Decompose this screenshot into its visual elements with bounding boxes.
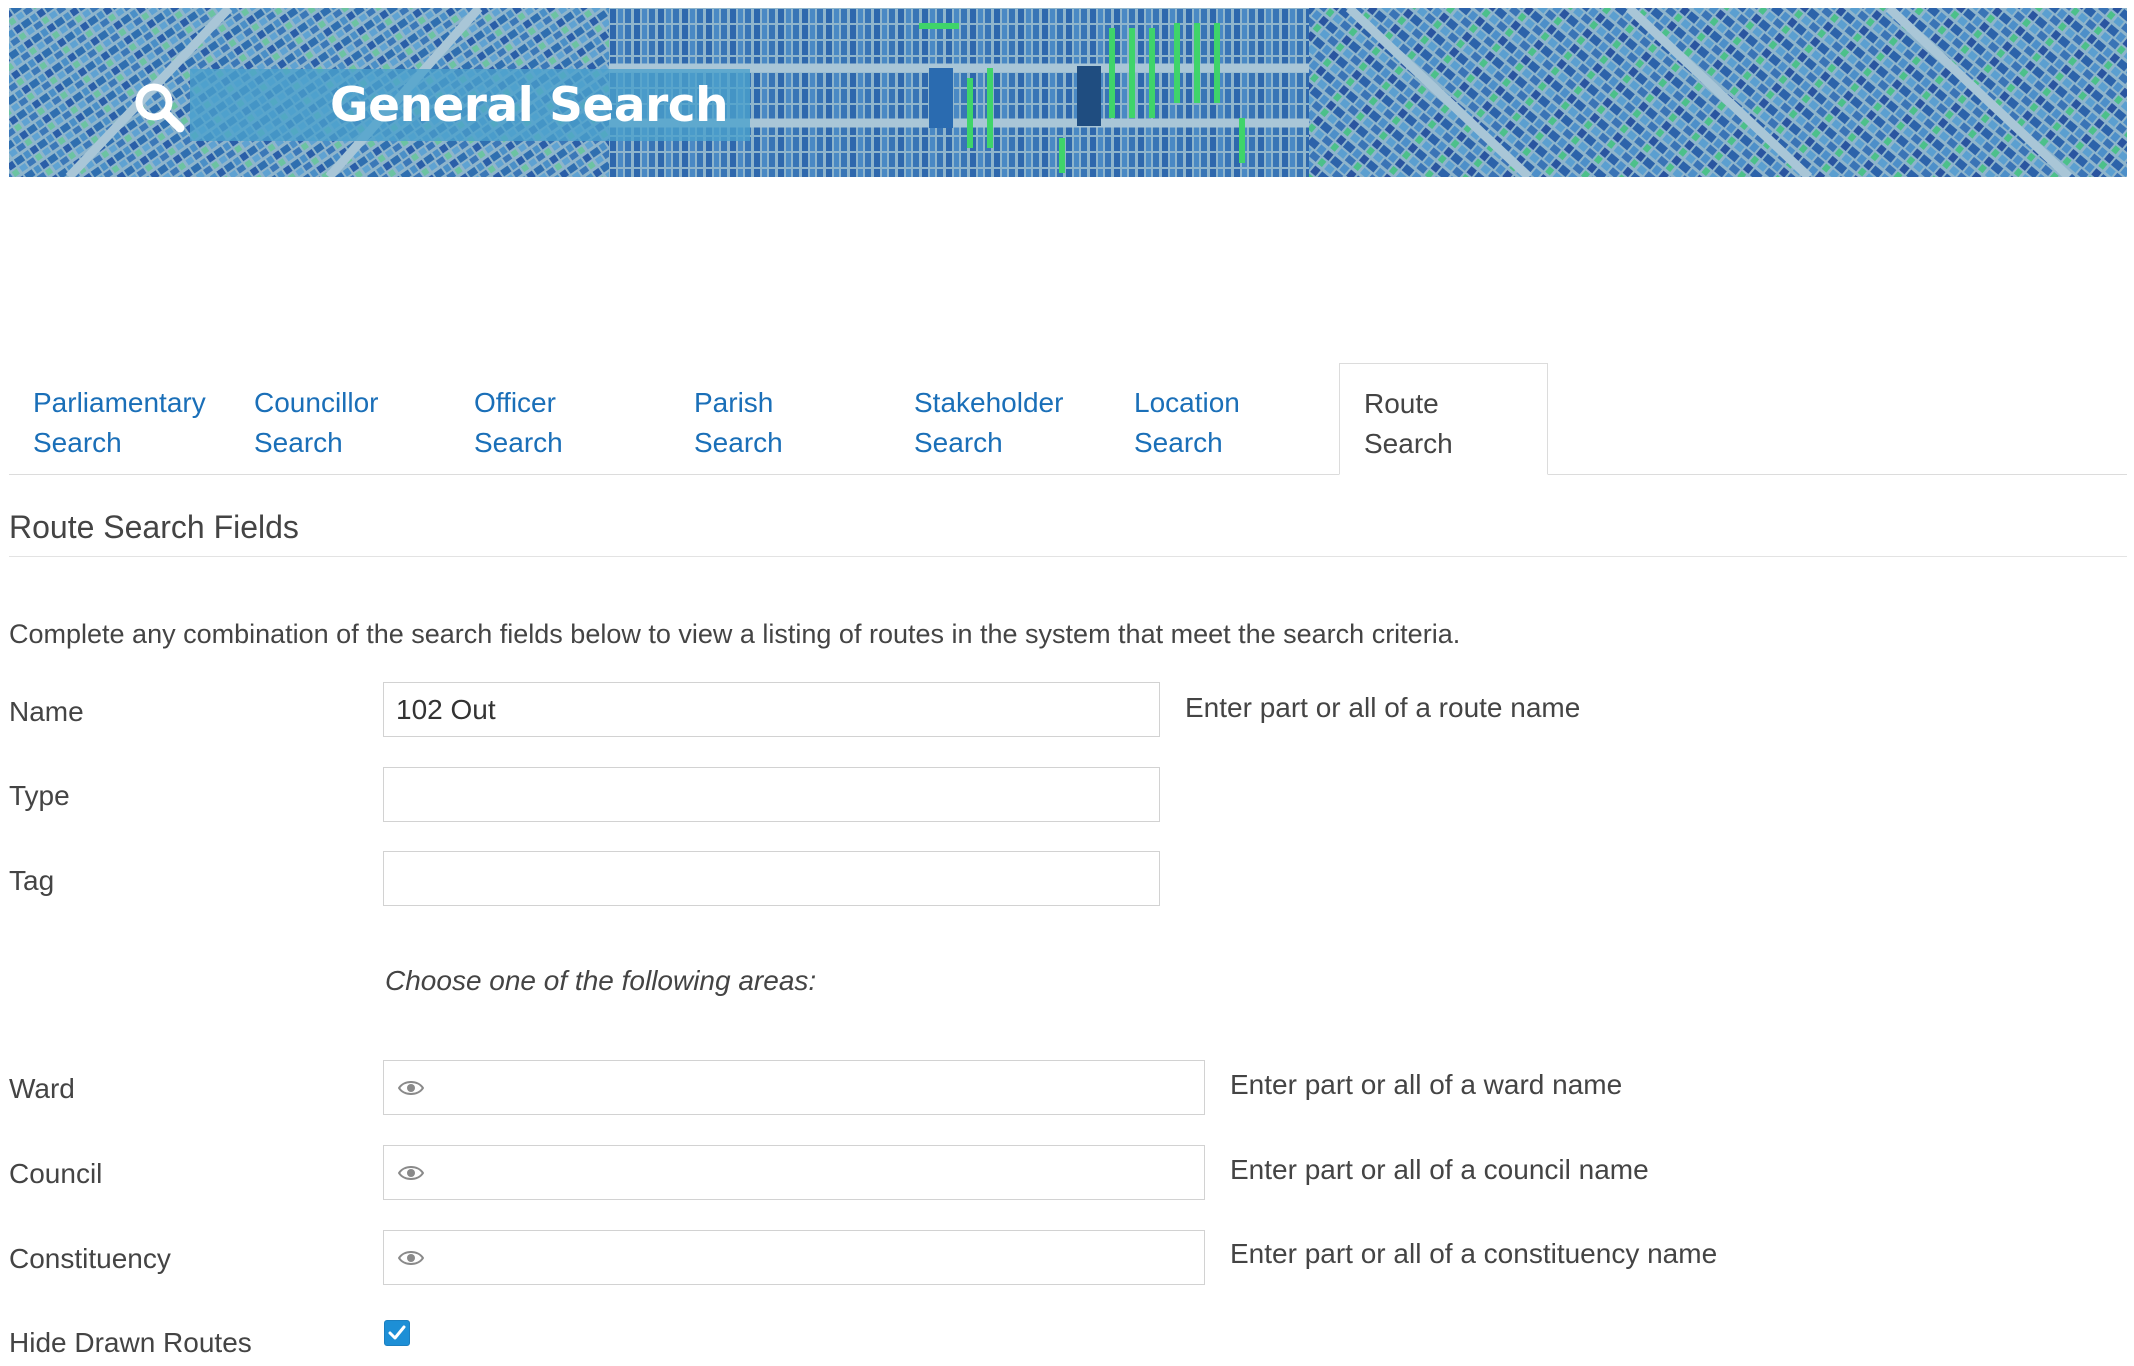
eye-icon bbox=[398, 1251, 424, 1265]
tab-label-line2: Search bbox=[694, 427, 783, 458]
tab-label-line1: Councillor bbox=[254, 387, 379, 418]
council-input[interactable] bbox=[383, 1145, 1205, 1200]
checkmark-icon bbox=[388, 1325, 406, 1340]
ward-help: Enter part or all of a ward name bbox=[1230, 1069, 1623, 1100]
search-tabs: Parliamentary Search Councillor Search O… bbox=[9, 363, 2127, 475]
page-title: General Search bbox=[330, 77, 729, 133]
tab-label-line1: Location bbox=[1134, 387, 1240, 418]
tab-label-line2: Search bbox=[254, 427, 343, 458]
ward-input[interactable] bbox=[383, 1060, 1205, 1115]
tab-label-line2: Search bbox=[1134, 427, 1223, 458]
name-help: Enter part or all of a route name bbox=[1185, 692, 1581, 723]
type-label: Type bbox=[9, 780, 70, 811]
tab-parliamentary-search[interactable]: Parliamentary Search bbox=[9, 363, 209, 474]
section-divider bbox=[9, 556, 2127, 557]
council-label: Council bbox=[9, 1158, 103, 1189]
tab-label-line2: Search bbox=[474, 427, 563, 458]
tab-councillor-search[interactable]: Councillor Search bbox=[230, 363, 430, 474]
tab-stakeholder-search[interactable]: Stakeholder Search bbox=[890, 363, 1090, 474]
tab-label-line1: Parliamentary bbox=[33, 387, 206, 418]
ward-label: Ward bbox=[9, 1073, 75, 1104]
tab-parish-search[interactable]: Parish Search bbox=[670, 363, 870, 474]
eye-icon bbox=[398, 1081, 424, 1095]
tag-input[interactable] bbox=[383, 851, 1160, 906]
tab-route-search[interactable]: Route Search bbox=[1339, 363, 1548, 475]
tab-location-search[interactable]: Location Search bbox=[1110, 363, 1310, 474]
areas-hint: Choose one of the following areas: bbox=[385, 965, 817, 996]
section-title: Route Search Fields bbox=[9, 509, 299, 545]
tab-label-line1: Parish bbox=[694, 387, 774, 418]
intro-text: Complete any combination of the search f… bbox=[9, 619, 1461, 649]
tab-label-line2: Search bbox=[1364, 428, 1453, 459]
tab-label-line1: Stakeholder bbox=[914, 387, 1064, 418]
banner-title-box: General Search bbox=[190, 69, 751, 141]
header-banner: General Search bbox=[9, 8, 2127, 177]
eye-icon bbox=[398, 1166, 424, 1180]
tag-label: Tag bbox=[9, 865, 55, 896]
tab-label-line1: Route bbox=[1364, 388, 1439, 419]
search-icon bbox=[135, 83, 185, 133]
name-label: Name bbox=[9, 696, 84, 727]
constituency-help: Enter part or all of a constituency name bbox=[1230, 1238, 1718, 1269]
hide-drawn-routes-label: Hide Drawn Routes bbox=[9, 1327, 252, 1358]
tab-officer-search[interactable]: Officer Search bbox=[450, 363, 650, 474]
type-input[interactable] bbox=[383, 767, 1160, 822]
constituency-label: Constituency bbox=[9, 1243, 171, 1274]
tab-label-line1: Officer bbox=[474, 387, 556, 418]
tab-label-line2: Search bbox=[914, 427, 1003, 458]
constituency-input[interactable] bbox=[383, 1230, 1205, 1285]
hide-drawn-routes-checkbox[interactable] bbox=[384, 1320, 410, 1346]
tab-label-line2: Search bbox=[33, 427, 122, 458]
name-input[interactable] bbox=[383, 682, 1160, 737]
council-help: Enter part or all of a council name bbox=[1230, 1154, 1649, 1185]
